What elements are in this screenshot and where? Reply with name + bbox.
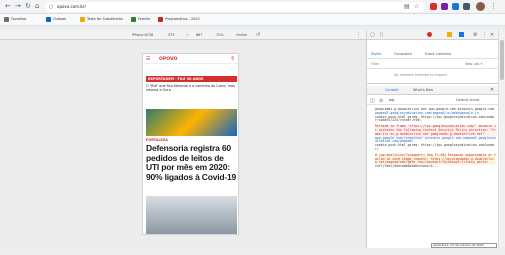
styles-tabs: Styles Computed Event Listeners	[367, 50, 498, 59]
mobile-page: ☰ OPOVO ⚲ REPORTAGEM · FILE 30 ANOS O "B…	[142, 53, 239, 235]
clear-console-icon[interactable]: ⊘	[379, 98, 383, 104]
styles-filter-hint[interactable]: :hov .cls +	[465, 62, 483, 66]
device-select[interactable]: iPhone 6/7/8	[132, 33, 153, 37]
ad-banner[interactable]	[146, 109, 237, 136]
site-header: ☰ OPOVO ⚲	[143, 54, 238, 64]
tab-console[interactable]: Console	[385, 88, 398, 92]
section-label: FORTALEZA	[146, 138, 168, 142]
more-icon[interactable]: ⋮	[356, 32, 361, 38]
network-select[interactable]: Online	[236, 33, 247, 37]
address-bar: ← → ↻ ⌂ ○ opovo.com.br/ ▤ ☆ ⋮	[0, 0, 505, 14]
error-count-icon	[427, 32, 432, 37]
extension-icon[interactable]	[430, 3, 437, 10]
console-line: cookie_push.html gsreq: https://tpc.goog…	[375, 114, 494, 123]
bookmark-label: Teste for Substitution	[87, 17, 124, 21]
devtools-panel: ▢ ▯ ⚙ ⋮ ✕ Styles Computed Event Listener…	[366, 30, 498, 248]
url-field[interactable]: ○ opovo.com.br/	[45, 2, 425, 12]
bookmark-label: Favoritos	[11, 17, 27, 21]
settings-icon[interactable]: ⚙	[473, 32, 477, 38]
console-error-line: Refused to frame 'https://tpc.googlesynd…	[375, 124, 497, 137]
tooltip-text: sexta-feira, 23 de outubro de 2020	[433, 243, 484, 247]
translate-icon[interactable]: ▤	[404, 3, 410, 10]
tab-event-listeners[interactable]: Event Listeners	[425, 52, 451, 56]
extension-icon[interactable]	[452, 3, 459, 10]
styles-filter-row: Filter :hov .cls +	[367, 60, 498, 69]
search-icon[interactable]: ⚲	[231, 57, 235, 62]
reload-icon[interactable]: ↻	[25, 3, 31, 10]
styles-filter-input[interactable]: Filter	[371, 62, 379, 66]
tab-computed[interactable]: Computed	[394, 52, 412, 56]
console-drawer-tabs: Console What's New ✕	[367, 86, 498, 95]
sidebar-toggle-icon[interactable]: ◫	[370, 98, 375, 104]
bookmark-label: Outlook	[53, 17, 67, 21]
zoom-select[interactable]: 72%	[216, 33, 224, 37]
tooltip: sexta-feira, 23 de outubro de 2020	[431, 243, 497, 248]
headline-photo	[146, 196, 237, 234]
close-icon[interactable]: ✕	[490, 87, 494, 93]
hamburger-icon[interactable]: ☰	[146, 57, 150, 62]
info-count-icon	[459, 32, 464, 37]
tab-styles[interactable]: Styles	[371, 52, 381, 56]
warning-count-icon	[447, 32, 452, 37]
tab-whats-new[interactable]: What's New	[413, 88, 433, 92]
rotate-icon[interactable]: ↺	[256, 32, 260, 38]
url-text: opovo.com.br/	[57, 4, 86, 9]
avatar[interactable]	[476, 2, 485, 11]
folder-icon	[80, 17, 85, 22]
close-icon[interactable]: ✕	[490, 32, 494, 38]
site-logo[interactable]: OPOVO	[159, 57, 177, 62]
star-icon[interactable]: ☆	[414, 3, 419, 10]
more-icon[interactable]: ⋮	[482, 32, 487, 38]
no-element-message: No element selected to inspect	[394, 73, 447, 77]
context-select[interactable]: top	[389, 98, 395, 102]
apps-icon	[4, 17, 9, 22]
device-height[interactable]: 667	[196, 33, 202, 37]
back-icon[interactable]: ←	[5, 3, 11, 10]
scrollbar[interactable]	[498, 30, 505, 248]
console-line: cookie_push.html gsreq: https://tpc.goog…	[375, 143, 494, 151]
panel-divider	[367, 83, 498, 84]
bookmarks-bar: Favoritos Outlook Teste for Substitution…	[0, 14, 505, 26]
outlook-icon	[46, 17, 51, 22]
devtools-toolbar: ▢ ▯ ⚙ ⋮ ✕	[367, 30, 498, 40]
home-icon[interactable]: ⌂	[35, 3, 39, 10]
folder-icon	[131, 17, 136, 22]
device-width[interactable]: 375	[168, 33, 174, 37]
forward-icon[interactable]: →	[15, 3, 21, 10]
console-output: googleads.g.doubleclick.net www.google.c…	[375, 108, 497, 246]
headline[interactable]: Defensoria registra 60 pedidos de leitos…	[146, 143, 237, 182]
extension-icon[interactable]	[463, 3, 470, 10]
inspect-icon[interactable]: ▢	[370, 32, 375, 38]
folder-icon	[158, 17, 163, 22]
teaser-link[interactable]: O "Blá" que fica faltando e o caminho do…	[146, 84, 236, 92]
bookmark-label: Programática - 2020	[165, 17, 200, 21]
device-toolbar: iPhone 6/7/8 375 × 667 72% Online ↺ ⋮	[0, 30, 366, 40]
device-icon[interactable]: ▯	[380, 32, 383, 38]
menu-icon[interactable]: ⋮	[490, 2, 497, 10]
console-line: intl/html/dnacode&dimensions=&...	[375, 164, 439, 169]
kicker-banner: REPORTAGEM · FILE 30 ANOS	[146, 76, 237, 82]
extension-icon[interactable]	[441, 3, 448, 10]
levels-select[interactable]: Default levels	[456, 98, 479, 102]
console-toolbar: ◫ ⊘ top Default levels	[367, 96, 498, 105]
dimension-separator: ×	[186, 33, 189, 37]
lock-icon: ○	[49, 4, 54, 10]
kicker-text: REPORTAGEM · FILE 30 ANOS	[148, 77, 204, 81]
scrollbar-thumb[interactable]	[500, 40, 504, 80]
bookmark-label: Família	[138, 17, 150, 21]
